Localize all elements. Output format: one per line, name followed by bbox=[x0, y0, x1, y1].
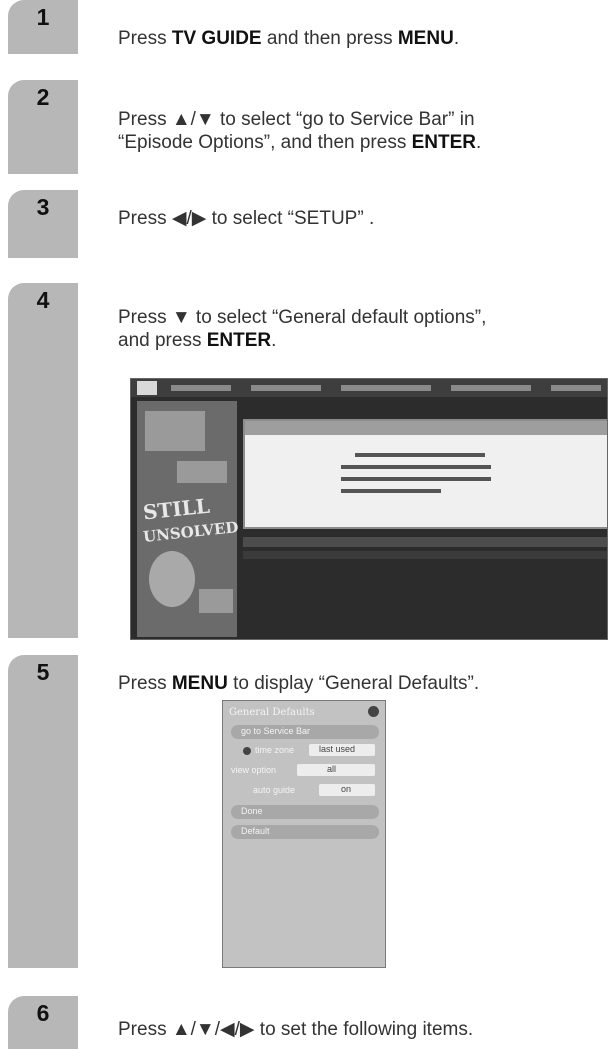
step-number-tab: 1 bbox=[8, 0, 78, 54]
text-segment: and press bbox=[118, 330, 207, 351]
menu-item-label: view option bbox=[231, 765, 277, 775]
step-4-instruction: Press ▼ to select “General default optio… bbox=[118, 306, 486, 352]
poster-title-line-1: STILL bbox=[141, 493, 211, 525]
menu-item-default: Default bbox=[231, 825, 379, 839]
step-number: 3 bbox=[36, 194, 50, 220]
text-segment: . bbox=[271, 330, 277, 351]
step-6-instruction: Press ▲/▼/◀/▶ to set the following items… bbox=[118, 1018, 473, 1041]
text-line: Press ◀/▶ to select “SETUP” . bbox=[118, 208, 375, 229]
screen-bar bbox=[243, 537, 607, 547]
show-poster: STILL UNSOLVED bbox=[137, 401, 239, 637]
tv-logo bbox=[137, 381, 157, 395]
time-zone-value: last used bbox=[309, 744, 375, 756]
poster-block bbox=[177, 461, 227, 483]
value-text: last used bbox=[319, 744, 356, 754]
button-name-enter: ENTER bbox=[206, 330, 272, 351]
text-segment: Press bbox=[118, 28, 172, 49]
bar-stripe bbox=[341, 385, 431, 391]
dialog-text-line bbox=[341, 465, 491, 469]
text-line: Press ▼ to select “General default optio… bbox=[118, 307, 487, 328]
poster-face bbox=[149, 551, 195, 607]
text-line: “Episode Options”, and then press ENTER. bbox=[118, 131, 481, 154]
auto-guide-value: on bbox=[319, 784, 375, 796]
text-line: Press ▲/▼/◀/▶ to set the following items… bbox=[118, 1019, 474, 1040]
text-segment: and then press bbox=[261, 28, 398, 49]
dialog-text-line bbox=[355, 453, 485, 457]
dialog-text-line bbox=[341, 477, 491, 481]
menu-info-icon bbox=[368, 706, 379, 717]
menu-item-go-to-service-bar: go to Service Bar bbox=[231, 725, 379, 739]
value-text: all bbox=[327, 764, 337, 774]
text-segment: Press bbox=[118, 673, 172, 694]
screen-top-bar bbox=[131, 379, 607, 397]
view-option-value: all bbox=[297, 764, 375, 776]
menu-item-label: Default bbox=[241, 826, 270, 836]
menu-item-label: time zone bbox=[255, 745, 295, 755]
button-name-menu: MENU bbox=[171, 673, 228, 694]
menu-selected-icon bbox=[243, 747, 251, 755]
general-defaults-menu-image: General Defaults go to Service Bar time … bbox=[222, 700, 386, 968]
dialog-text-line bbox=[341, 489, 441, 493]
button-name-menu: MENU bbox=[397, 28, 454, 49]
text-segment: to display “General Defaults”. bbox=[227, 673, 480, 694]
dialog-panel bbox=[243, 419, 607, 529]
button-name-enter: ENTER bbox=[411, 132, 477, 153]
text-segment: . bbox=[453, 28, 460, 49]
text-line: Press ▲/▼ to select “go to Service Bar” … bbox=[118, 109, 475, 130]
bar-stripe bbox=[251, 385, 321, 391]
step-number: 6 bbox=[36, 1000, 50, 1026]
button-name-tv-guide: TV GUIDE bbox=[171, 28, 262, 49]
step-number-tab: 5 bbox=[8, 655, 78, 968]
step-number-tab: 2 bbox=[8, 80, 78, 174]
step-number: 2 bbox=[36, 84, 50, 110]
step-number: 1 bbox=[36, 4, 50, 30]
step-number-tab: 4 bbox=[8, 283, 78, 638]
step-number-tab: 3 bbox=[8, 190, 78, 258]
menu-item-done: Done bbox=[231, 805, 379, 819]
text-segment: . bbox=[476, 132, 482, 153]
step-number: 4 bbox=[36, 287, 50, 313]
bar-stripe bbox=[551, 385, 601, 391]
menu-title: General Defaults bbox=[229, 707, 315, 718]
step-2-instruction: Press ▲/▼ to select “go to Service Bar” … bbox=[118, 108, 481, 154]
poster-block bbox=[145, 411, 205, 451]
menu-item-label: go to Service Bar bbox=[241, 726, 311, 736]
text-segment: “Episode Options”, and then press bbox=[118, 132, 412, 153]
step-5-instruction: Press MENU to display “General Defaults”… bbox=[118, 672, 479, 695]
text-line: and press ENTER. bbox=[118, 329, 486, 352]
bar-stripe bbox=[171, 385, 231, 391]
screen-bar bbox=[243, 551, 607, 559]
tv-guide-screen-image: STILL UNSOLVED bbox=[130, 378, 608, 640]
dialog-header bbox=[245, 421, 607, 435]
menu-item-label: auto guide bbox=[253, 785, 296, 795]
value-text: on bbox=[341, 784, 352, 794]
step-number-tab: 6 bbox=[8, 996, 78, 1049]
poster-block bbox=[199, 589, 233, 613]
step-3-instruction: Press ◀/▶ to select “SETUP” . bbox=[118, 207, 374, 230]
bar-stripe bbox=[451, 385, 531, 391]
step-1-instruction: Press TV GUIDE and then press MENU. bbox=[118, 27, 459, 50]
step-number: 5 bbox=[36, 659, 50, 685]
menu-item-label: Done bbox=[241, 806, 263, 816]
